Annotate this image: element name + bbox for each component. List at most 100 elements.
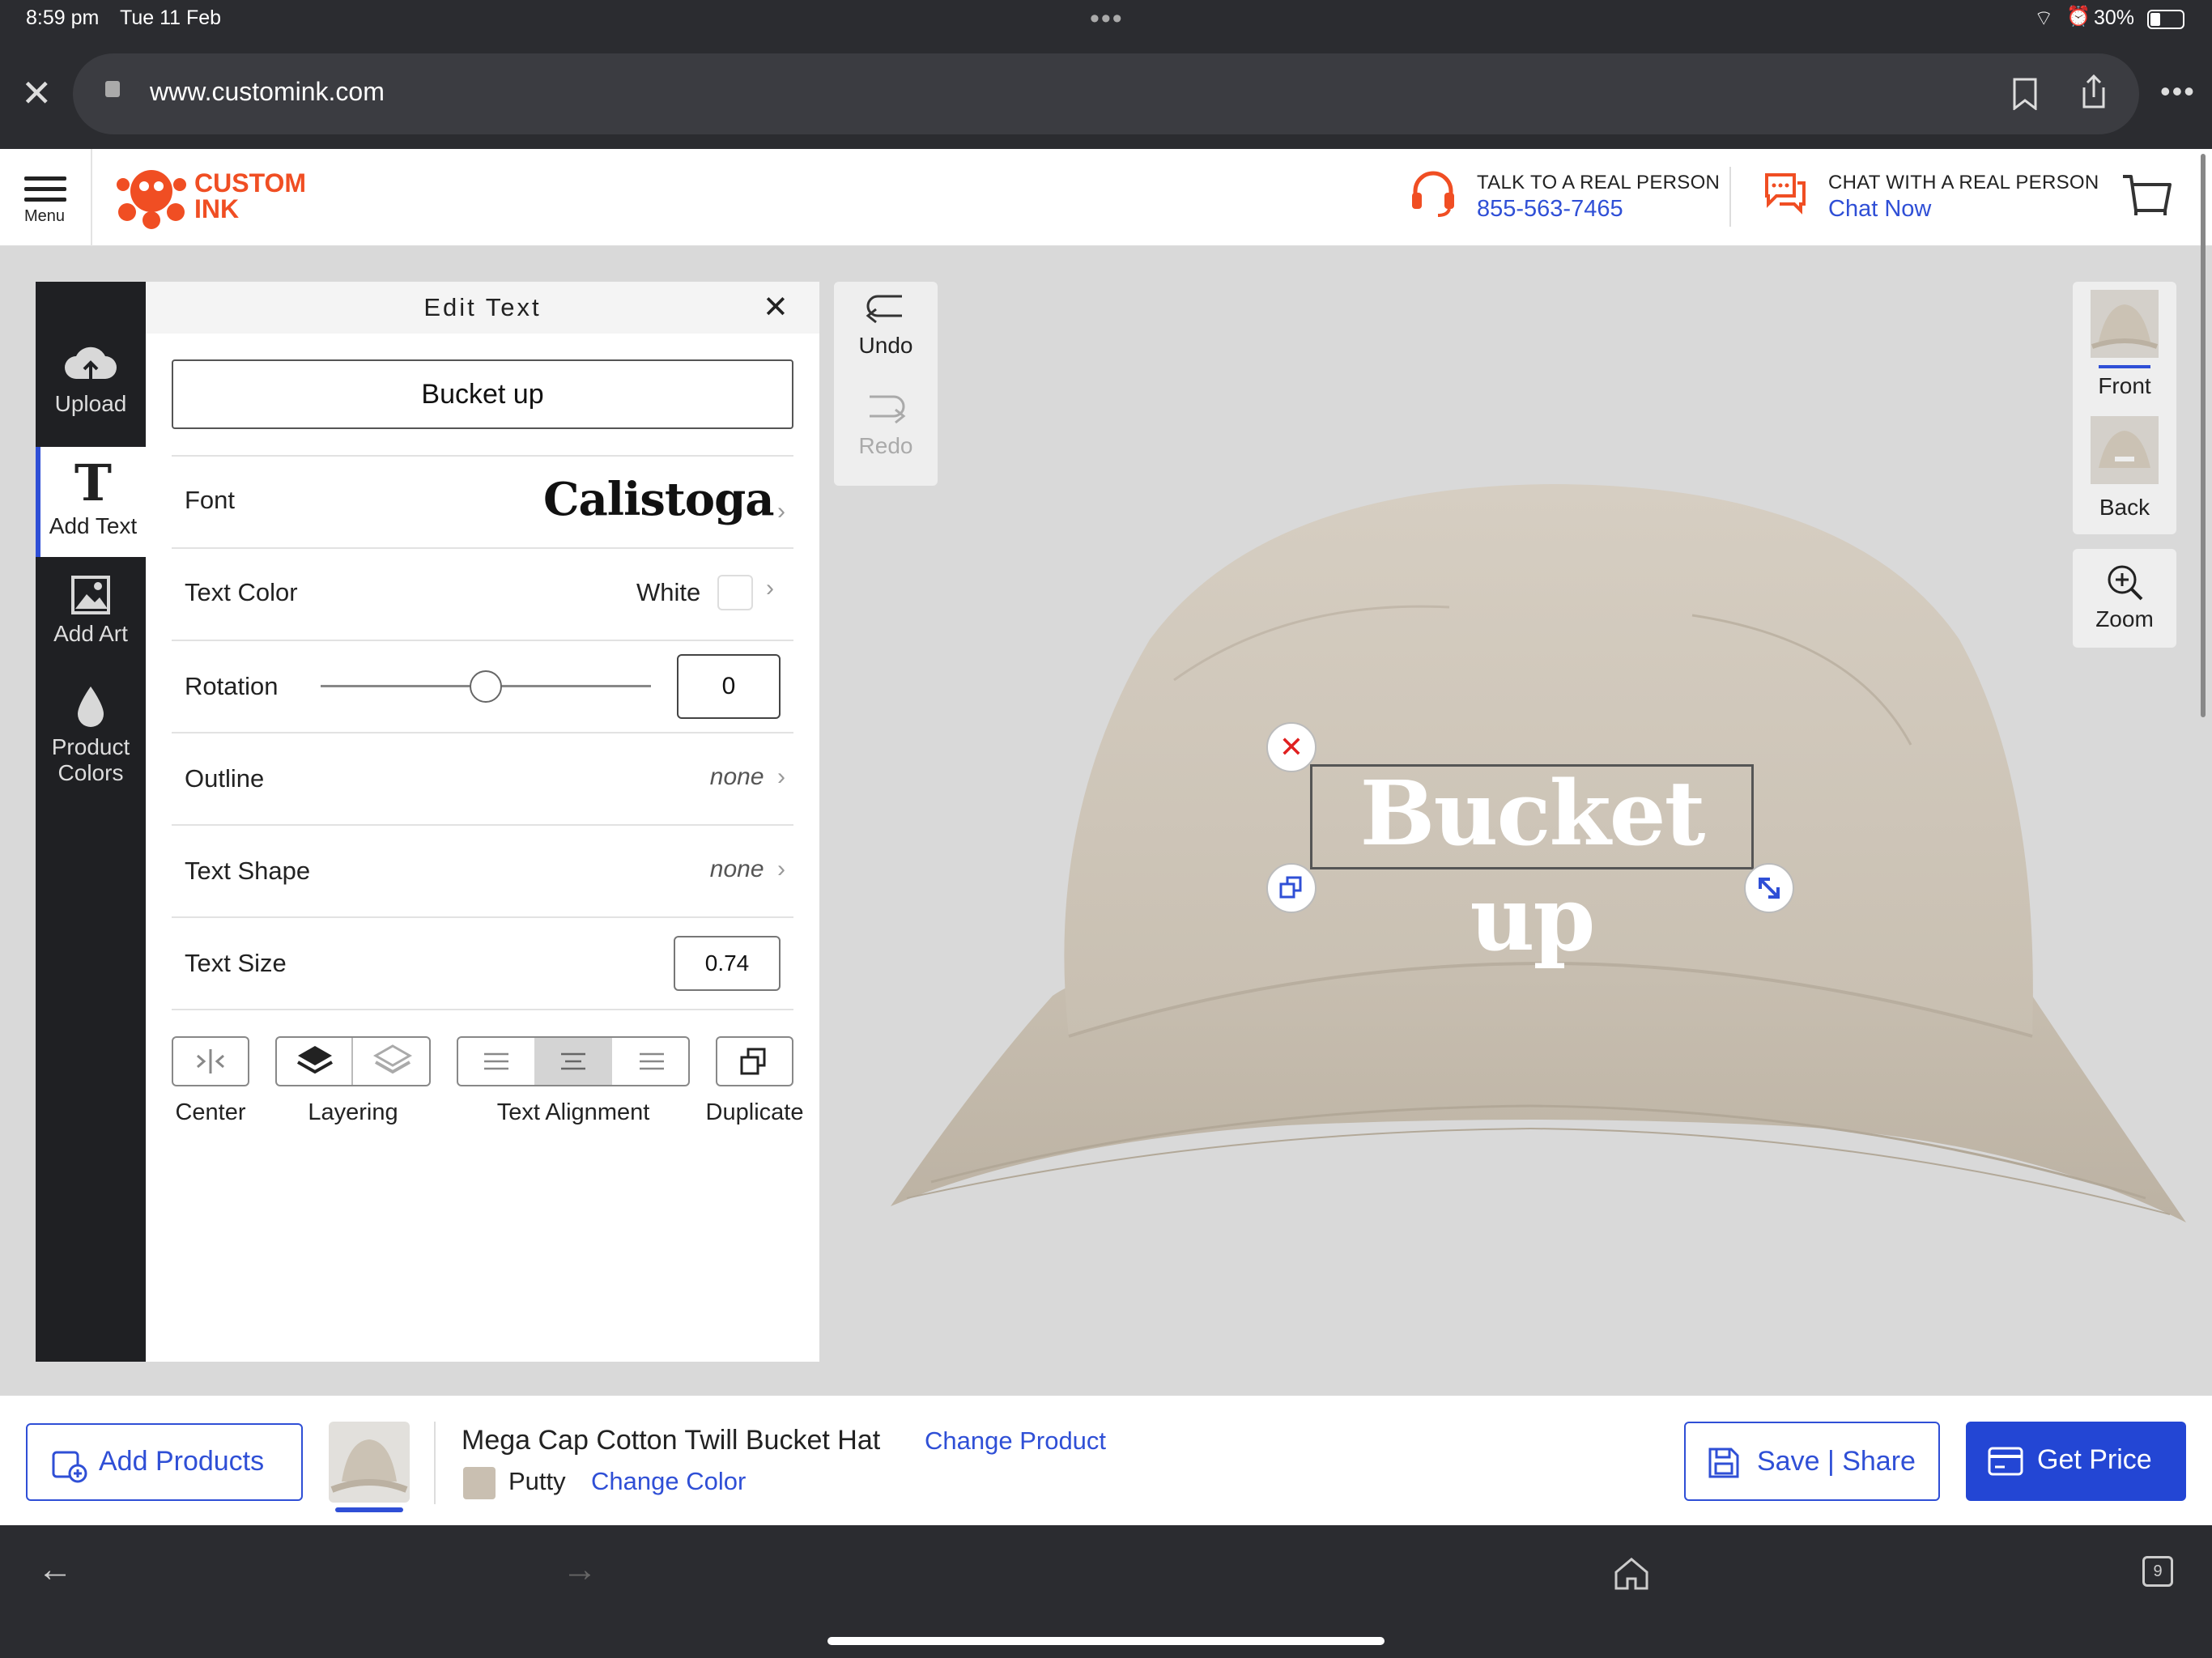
save-share-label: Save | Share bbox=[1757, 1446, 1916, 1477]
product-thumbnail-indicator bbox=[335, 1507, 403, 1512]
zoom-label: Zoom bbox=[2095, 606, 2154, 631]
align-right-icon bbox=[640, 1052, 664, 1070]
tool-upload-label: Upload bbox=[54, 391, 127, 416]
edit-text-panel bbox=[146, 282, 819, 1362]
more-icon[interactable]: ••• bbox=[2160, 74, 2196, 108]
chevron-right-icon: › bbox=[777, 856, 785, 882]
align-center-button[interactable] bbox=[534, 1038, 612, 1085]
resize-design-button[interactable] bbox=[1744, 863, 1794, 913]
center-label: Center bbox=[175, 1099, 246, 1125]
logo-text-ink: INK bbox=[194, 194, 240, 223]
tool-product-colors[interactable]: Product Colors bbox=[36, 685, 146, 798]
chat-icon bbox=[1765, 173, 1806, 215]
color-swatch-white bbox=[717, 575, 753, 610]
layers-back-icon bbox=[372, 1044, 413, 1074]
cart-icon[interactable] bbox=[2121, 173, 2172, 220]
header-divider-2 bbox=[1729, 167, 1731, 227]
text-t-icon: T bbox=[74, 453, 113, 512]
center-button[interactable] bbox=[172, 1036, 249, 1086]
rotation-slider-handle[interactable] bbox=[470, 670, 502, 703]
outline-label: Outline bbox=[185, 764, 265, 793]
chevron-right-icon: › bbox=[766, 575, 774, 602]
layering-button-group[interactable] bbox=[275, 1036, 431, 1086]
multitask-dots-icon[interactable]: ••• bbox=[1090, 3, 1124, 35]
design-text[interactable]: Bucket up bbox=[1312, 761, 1752, 971]
view-back[interactable]: Back bbox=[2073, 416, 2176, 529]
phone-link[interactable]: 855-563-7465 bbox=[1477, 196, 1623, 223]
add-products-button[interactable]: Add Products bbox=[26, 1423, 303, 1501]
row-divider bbox=[172, 732, 793, 733]
header-divider bbox=[91, 149, 92, 246]
redo-button[interactable]: Redo bbox=[834, 390, 938, 478]
home-icon[interactable] bbox=[1613, 1556, 1650, 1592]
cloud-upload-icon bbox=[65, 346, 117, 380]
tool-product-colors-label-2: Colors bbox=[57, 760, 124, 785]
view-back-label: Back bbox=[2099, 495, 2150, 520]
hat-back-thumbnail bbox=[2091, 416, 2159, 484]
row-divider bbox=[172, 1009, 793, 1010]
outline-value: none bbox=[709, 763, 764, 790]
duplicate-design-button[interactable] bbox=[1266, 863, 1317, 913]
rotation-input[interactable]: 0 bbox=[677, 654, 781, 719]
url-text[interactable]: www.customink.com bbox=[150, 77, 385, 107]
home-indicator bbox=[827, 1637, 1385, 1645]
undo-button[interactable]: Undo bbox=[834, 290, 938, 377]
align-left-button[interactable] bbox=[458, 1038, 534, 1085]
duplicate-label: Duplicate bbox=[705, 1099, 804, 1125]
rotation-label: Rotation bbox=[185, 672, 279, 700]
send-backward-button[interactable] bbox=[355, 1038, 431, 1085]
zoom-button[interactable]: Zoom bbox=[2073, 549, 2176, 648]
back-arrow-icon[interactable]: ← bbox=[37, 1550, 73, 1590]
product-thumbnail[interactable] bbox=[329, 1422, 410, 1503]
tool-add-art-label: Add Art bbox=[53, 621, 128, 646]
forward-arrow-icon[interactable]: → bbox=[562, 1550, 598, 1590]
close-tab-icon[interactable]: ✕ bbox=[21, 74, 53, 112]
row-divider bbox=[172, 824, 793, 826]
text-color-selector[interactable]: White › bbox=[567, 570, 785, 615]
tool-add-text[interactable]: T Add Text bbox=[36, 447, 146, 557]
save-share-button[interactable]: Save | Share bbox=[1684, 1422, 1940, 1501]
tool-add-art[interactable]: Add Art bbox=[36, 575, 146, 672]
change-color-link[interactable]: Change Color bbox=[591, 1467, 746, 1496]
panel-close-icon[interactable]: ✕ bbox=[763, 291, 789, 324]
view-front[interactable]: Front bbox=[2073, 290, 2176, 405]
change-product-link[interactable]: Change Product bbox=[925, 1426, 1106, 1456]
battery-icon bbox=[2147, 10, 2184, 29]
row-divider bbox=[172, 547, 793, 549]
product-divider bbox=[434, 1422, 436, 1504]
share-icon[interactable] bbox=[2079, 74, 2108, 110]
resize-arrows-icon bbox=[1759, 878, 1780, 899]
add-product-icon bbox=[52, 1451, 87, 1483]
get-price-button[interactable]: Get Price bbox=[1966, 1422, 2186, 1501]
redo-label: Redo bbox=[858, 433, 913, 458]
chat-now-link[interactable]: Chat Now bbox=[1828, 196, 1931, 223]
tool-upload[interactable]: Upload bbox=[36, 340, 146, 445]
bookmark-icon[interactable] bbox=[2011, 78, 2039, 110]
page-scrollbar[interactable] bbox=[2201, 154, 2206, 717]
layers-front-icon bbox=[297, 1046, 333, 1074]
text-shape-label: Text Shape bbox=[185, 857, 311, 885]
align-right-button[interactable] bbox=[612, 1038, 688, 1085]
menu-button[interactable] bbox=[24, 176, 66, 202]
text-shape-selector[interactable]: none › bbox=[648, 845, 785, 894]
bring-forward-button[interactable] bbox=[277, 1038, 353, 1085]
custom-ink-logo-icon[interactable] bbox=[115, 160, 188, 233]
outline-selector[interactable]: none › bbox=[648, 753, 785, 801]
text-alignment-group[interactable] bbox=[457, 1036, 690, 1086]
duplicate-button[interactable] bbox=[716, 1036, 793, 1086]
font-selector[interactable]: Calistoga › bbox=[486, 463, 785, 536]
tool-product-colors-label-1: Product bbox=[51, 734, 130, 759]
text-input[interactable]: Bucket up bbox=[172, 359, 793, 429]
center-align-icon bbox=[197, 1049, 224, 1073]
battery-percent: 30% bbox=[2094, 6, 2135, 29]
delete-design-icon[interactable]: ✕ bbox=[1266, 722, 1317, 772]
panel-title: Edit Text bbox=[146, 282, 819, 334]
text-shape-value: none bbox=[709, 856, 764, 882]
color-swatch-putty bbox=[463, 1467, 496, 1499]
text-size-label: Text Size bbox=[185, 949, 287, 977]
chat-label: CHAT WITH A REAL PERSON bbox=[1828, 172, 2099, 193]
tabs-icon[interactable]: 9 bbox=[2142, 1556, 2173, 1587]
alarm-icon: ⏰ bbox=[2066, 6, 2091, 28]
text-size-input[interactable]: 0.74 bbox=[674, 936, 781, 991]
align-center-icon bbox=[561, 1052, 585, 1070]
